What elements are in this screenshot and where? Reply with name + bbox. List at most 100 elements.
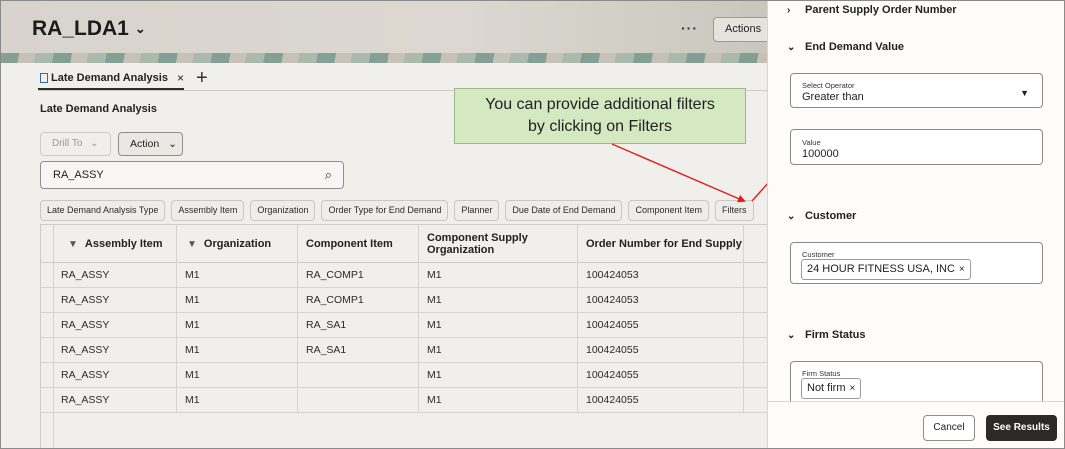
cell-organization: M1 — [177, 313, 298, 338]
chevron-down-icon: ⌄ — [787, 329, 796, 341]
value-input[interactable]: Value 100000 — [790, 129, 1043, 165]
customer-field[interactable]: Customer 24 HOUR FITNESS USA, INC × — [790, 242, 1043, 284]
section-label: Parent Supply Order Number — [805, 4, 957, 16]
cell-order-number: 100424053 — [578, 288, 744, 313]
cell-assembly-item: RA_ASSY — [54, 288, 177, 313]
cell-organization: M1 — [177, 338, 298, 363]
field-value: 100000 — [802, 148, 839, 160]
table-row[interactable]: RA_ASSY M1 RA_SA1 M1 100424055 — [41, 338, 767, 363]
cell-assembly-item: RA_ASSY — [54, 313, 177, 338]
cell-component-supply-org: M1 — [419, 288, 578, 313]
section-label: Firm Status — [805, 329, 866, 341]
cell-order-number: 100424055 — [578, 363, 744, 388]
cell-component-item: RA_SA1 — [298, 313, 419, 338]
field-value: Greater than — [802, 91, 864, 103]
token-label: Not firm — [807, 382, 846, 394]
cell-organization: M1 — [177, 288, 298, 313]
table-header: ▼ Assembly Item ▼ Organization Component… — [41, 225, 767, 263]
table-row[interactable]: RA_ASSY M1 RA_SA1 M1 100424055 — [41, 313, 767, 338]
column-header-assembly-item[interactable]: ▼ Assembly Item — [54, 225, 177, 263]
column-header-label: Organization — [203, 238, 272, 250]
cell-component-item — [298, 388, 419, 413]
section-parent-supply-order[interactable]: › Parent Supply Order Number — [787, 4, 957, 16]
action-label: Action — [130, 138, 160, 150]
filter-chip[interactable]: Organization — [250, 200, 316, 221]
cell-organization: M1 — [177, 388, 298, 413]
firm-status-token[interactable]: Not firm × — [801, 378, 862, 399]
column-header-component-supply-org[interactable]: Component Supply Organization — [419, 225, 578, 263]
more-options-icon[interactable]: ··· — [681, 20, 698, 36]
column-header-component-item[interactable]: Component Item — [298, 225, 419, 263]
table-row[interactable]: RA_ASSY M1 M1 100424055 — [41, 388, 767, 413]
cell-component-supply-org: M1 — [419, 263, 578, 288]
search-value: RA_ASSY — [53, 169, 104, 181]
column-header-label: Assembly Item — [84, 238, 163, 250]
filter-chip[interactable]: Planner — [454, 200, 500, 221]
section-customer[interactable]: ⌄ Customer — [787, 210, 856, 222]
see-results-button[interactable]: See Results — [986, 415, 1057, 441]
cell-organization: M1 — [177, 263, 298, 288]
filter-chip[interactable]: Assembly Item — [171, 200, 245, 221]
filter-chip-bar: Late Demand Analysis Type Assembly Item … — [40, 200, 754, 221]
section-end-demand-value[interactable]: ⌄ End Demand Value — [787, 41, 904, 53]
tab-label: Late Demand Analysis — [51, 72, 168, 84]
page-title[interactable]: RA_LDA1 ⌄ — [32, 17, 146, 41]
column-header-label: Component Supply Organization — [427, 232, 528, 256]
field-label: Firm Status — [802, 369, 841, 378]
table-row[interactable]: RA_ASSY M1 RA_COMP1 M1 100424053 — [41, 288, 767, 313]
panel-footer: Cancel See Results — [768, 401, 1064, 448]
cell-order-number: 100424055 — [578, 388, 744, 413]
field-label: Customer — [802, 250, 835, 259]
filter-chip[interactable]: Late Demand Analysis Type — [40, 200, 166, 221]
cell-component-item: RA_COMP1 — [298, 263, 419, 288]
table-row[interactable]: RA_ASSY M1 RA_COMP1 M1 100424053 — [41, 263, 767, 288]
drill-to-label: Drill To — [52, 138, 83, 149]
chevron-down-icon: ⌄ — [168, 138, 177, 150]
cancel-button[interactable]: Cancel — [923, 415, 975, 441]
customer-token[interactable]: 24 HOUR FITNESS USA, INC × — [801, 259, 971, 280]
chevron-down-icon: ⌄ — [90, 138, 99, 149]
column-header-label: Component Item — [306, 238, 393, 250]
remove-icon[interactable]: × — [959, 260, 965, 279]
filter-chip[interactable]: Component Item — [628, 200, 709, 221]
token-label: 24 HOUR FITNESS USA, INC — [807, 263, 955, 275]
remove-icon[interactable]: × — [850, 379, 856, 398]
cell-order-number: 100424053 — [578, 263, 744, 288]
close-icon[interactable]: × — [177, 71, 184, 85]
cell-assembly-item: RA_ASSY — [54, 363, 177, 388]
cell-component-supply-org: M1 — [419, 363, 578, 388]
column-header-organization[interactable]: ▼ Organization — [177, 225, 298, 263]
caret-down-icon: ▼ — [1020, 88, 1029, 98]
cell-component-item — [298, 363, 419, 388]
firm-status-field[interactable]: Firm Status Not firm × — [790, 361, 1043, 403]
add-tab-icon[interactable]: + — [196, 67, 208, 90]
table-row[interactable]: RA_ASSY M1 M1 100424055 — [41, 363, 767, 388]
section-label: Customer — [805, 210, 857, 222]
chevron-down-icon: ⌄ — [787, 210, 796, 222]
callout-line-1: You can provide additional filters — [485, 96, 715, 113]
column-header-order-number[interactable]: Order Number for End Supply — [578, 225, 744, 263]
cell-assembly-item: RA_ASSY — [54, 388, 177, 413]
cell-component-supply-org: M1 — [419, 338, 578, 363]
action-button[interactable]: Action ⌄ — [118, 132, 183, 156]
search-icon[interactable]: ⌕ — [325, 162, 332, 188]
filter-chip[interactable]: Order Type for End Demand — [321, 200, 449, 221]
chevron-down-icon: ⌄ — [134, 21, 146, 36]
search-input[interactable]: RA_ASSY ⌕ — [40, 161, 344, 189]
actions-button[interactable]: Actions — [713, 17, 767, 42]
cell-assembly-item: RA_ASSY — [54, 338, 177, 363]
column-header-label: Order Number for End Supply — [586, 238, 742, 250]
sort-icon: ▼ — [187, 238, 197, 250]
section-title: Late Demand Analysis — [40, 103, 157, 115]
section-label: End Demand Value — [805, 41, 905, 53]
cell-component-supply-org: M1 — [419, 313, 578, 338]
cell-component-supply-org: M1 — [419, 388, 578, 413]
filter-chip[interactable]: Due Date of End Demand — [505, 200, 623, 221]
cell-order-number: 100424055 — [578, 313, 744, 338]
page-title-text: RA_LDA1 — [32, 17, 129, 40]
cell-organization: M1 — [177, 363, 298, 388]
section-firm-status[interactable]: ⌄ Firm Status — [787, 329, 866, 341]
filters-chip[interactable]: Filters — [715, 200, 754, 221]
tab-late-demand-analysis[interactable]: Late Demand Analysis × — [40, 71, 184, 85]
operator-select[interactable]: Select Operator Greater than ▼ — [790, 73, 1043, 108]
